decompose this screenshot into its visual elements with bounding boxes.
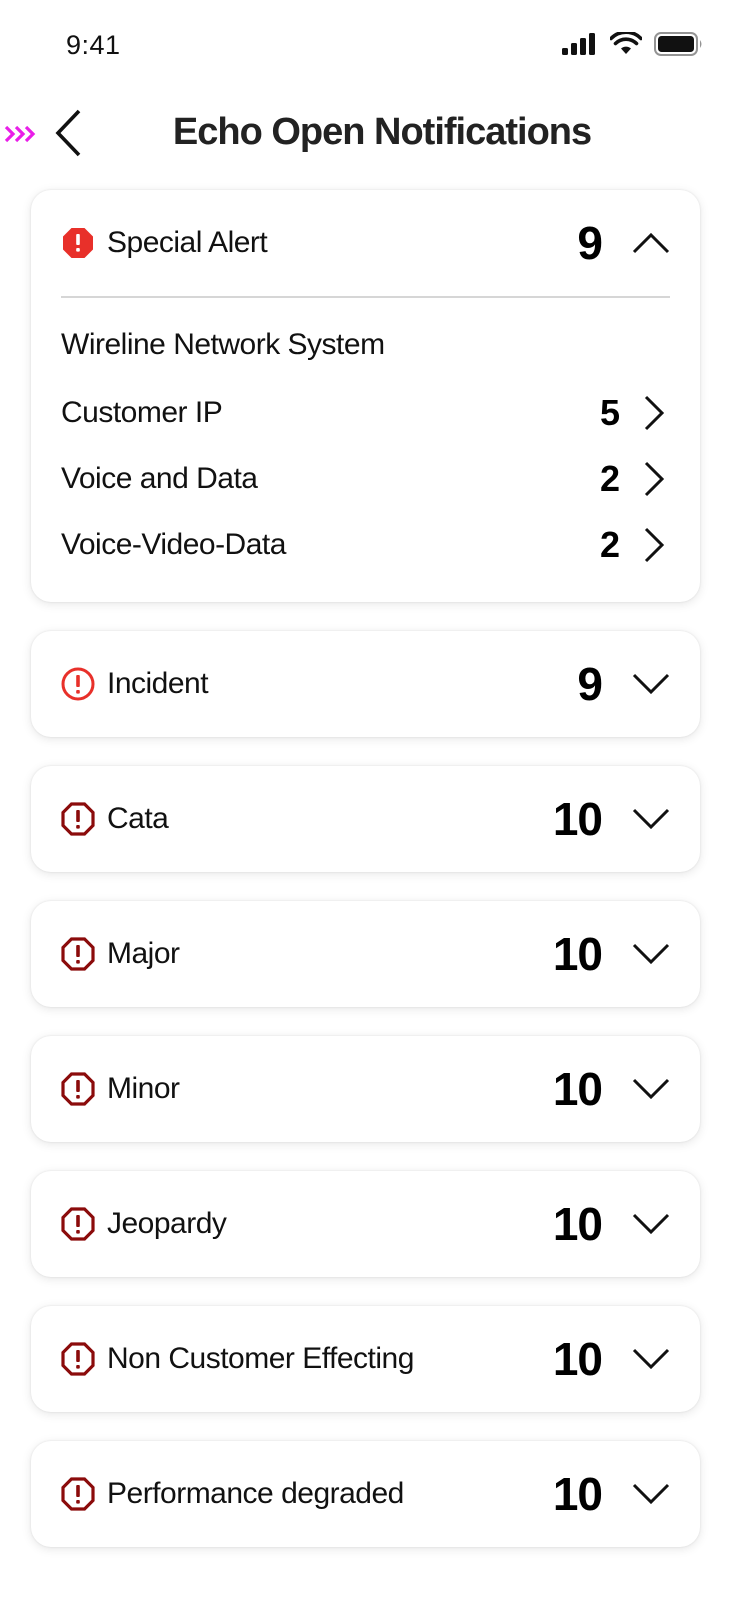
header: Echo Open Notifications xyxy=(0,95,750,175)
chevron-right-icon xyxy=(642,527,666,563)
cata-label: Cata xyxy=(107,802,169,835)
major-header[interactable]: Major 10 xyxy=(31,901,700,1007)
chevron-down-icon[interactable] xyxy=(632,942,670,966)
jeopardy-count: 10 xyxy=(552,1198,603,1250)
chevron-right-icon xyxy=(642,395,666,431)
sub-item-label: Voice and Data xyxy=(61,462,258,495)
exclamation-octagon-icon xyxy=(61,1207,95,1241)
incident-card: Incident 9 xyxy=(31,631,700,737)
sub-item-voice-video-data[interactable]: Voice-Video-Data 2 xyxy=(61,512,670,578)
minor-count: 10 xyxy=(552,1063,603,1115)
exclamation-octagon-icon xyxy=(61,1072,95,1106)
cata-card: Cata 10 xyxy=(31,766,700,872)
chevron-down-icon[interactable] xyxy=(632,672,670,696)
notification-list: Special Alert 9 Wireline Network System … xyxy=(31,190,700,1576)
divider xyxy=(61,296,670,298)
special-alert-header[interactable]: Special Alert 9 xyxy=(31,190,700,296)
exclamation-octagon-icon xyxy=(61,1477,95,1511)
incident-header[interactable]: Incident 9 xyxy=(31,631,700,737)
status-bar: 9:41 xyxy=(0,0,750,90)
sub-item-voice-and-data[interactable]: Voice and Data 2 xyxy=(61,446,670,512)
special-alert-body: Wireline Network System Customer IP 5 Vo… xyxy=(31,296,700,602)
special-alert-card: Special Alert 9 Wireline Network System … xyxy=(31,190,700,602)
chevron-down-icon[interactable] xyxy=(632,1212,670,1236)
section-title: Wireline Network System xyxy=(61,328,385,361)
sub-item-count: 2 xyxy=(599,458,620,499)
jeopardy-label: Jeopardy xyxy=(107,1207,227,1240)
non-customer-effecting-count: 10 xyxy=(552,1333,603,1385)
sub-item-customer-ip[interactable]: Customer IP 5 xyxy=(61,380,670,446)
non-customer-effecting-header[interactable]: Non Customer Effecting 10 xyxy=(31,1306,700,1412)
status-icons xyxy=(562,30,704,61)
major-label: Major xyxy=(107,937,180,970)
performance-degraded-card: Performance degraded 10 xyxy=(31,1441,700,1547)
minor-card: Minor 10 xyxy=(31,1036,700,1142)
sub-item-count: 5 xyxy=(599,392,620,433)
exclamation-octagon-icon xyxy=(61,802,95,836)
chevron-down-icon[interactable] xyxy=(632,1077,670,1101)
minor-label: Minor xyxy=(107,1072,180,1105)
sub-item-label: Voice-Video-Data xyxy=(61,528,286,561)
jeopardy-card: Jeopardy 10 xyxy=(31,1171,700,1277)
jeopardy-header[interactable]: Jeopardy 10 xyxy=(31,1171,700,1277)
major-count: 10 xyxy=(552,928,603,980)
non-customer-effecting-card: Non Customer Effecting 10 xyxy=(31,1306,700,1412)
non-customer-effecting-label: Non Customer Effecting xyxy=(107,1342,414,1375)
exclamation-octagon-icon xyxy=(61,937,95,971)
chevron-down-icon[interactable] xyxy=(632,1482,670,1506)
performance-degraded-label: Performance degraded xyxy=(107,1477,404,1510)
chevron-down-icon[interactable] xyxy=(632,807,670,831)
cata-count: 10 xyxy=(552,793,603,845)
exclamation-octagon-icon xyxy=(61,1342,95,1376)
wifi-icon xyxy=(609,30,643,61)
status-time: 9:41 xyxy=(66,30,121,60)
sub-item-count: 2 xyxy=(599,524,620,565)
incident-label: Incident xyxy=(107,667,209,700)
exclamation-circle-icon xyxy=(61,667,95,701)
sub-item-label: Customer IP xyxy=(61,396,223,429)
cellular-signal-icon xyxy=(562,33,598,60)
page-title: Echo Open Notifications xyxy=(172,111,592,153)
cata-header[interactable]: Cata 10 xyxy=(31,766,700,872)
major-card: Major 10 xyxy=(31,901,700,1007)
performance-degraded-header[interactable]: Performance degraded 10 xyxy=(31,1441,700,1547)
special-alert-label: Special Alert xyxy=(107,226,268,259)
performance-degraded-count: 10 xyxy=(552,1468,603,1520)
battery-icon xyxy=(654,32,704,61)
minor-header[interactable]: Minor 10 xyxy=(31,1036,700,1142)
chevron-down-icon[interactable] xyxy=(632,1347,670,1371)
special-alert-count: 9 xyxy=(577,217,603,269)
chevron-right-icon xyxy=(642,461,666,497)
incident-count: 9 xyxy=(577,658,603,710)
alert-octagon-icon xyxy=(61,226,95,260)
chevron-up-icon[interactable] xyxy=(632,231,670,255)
